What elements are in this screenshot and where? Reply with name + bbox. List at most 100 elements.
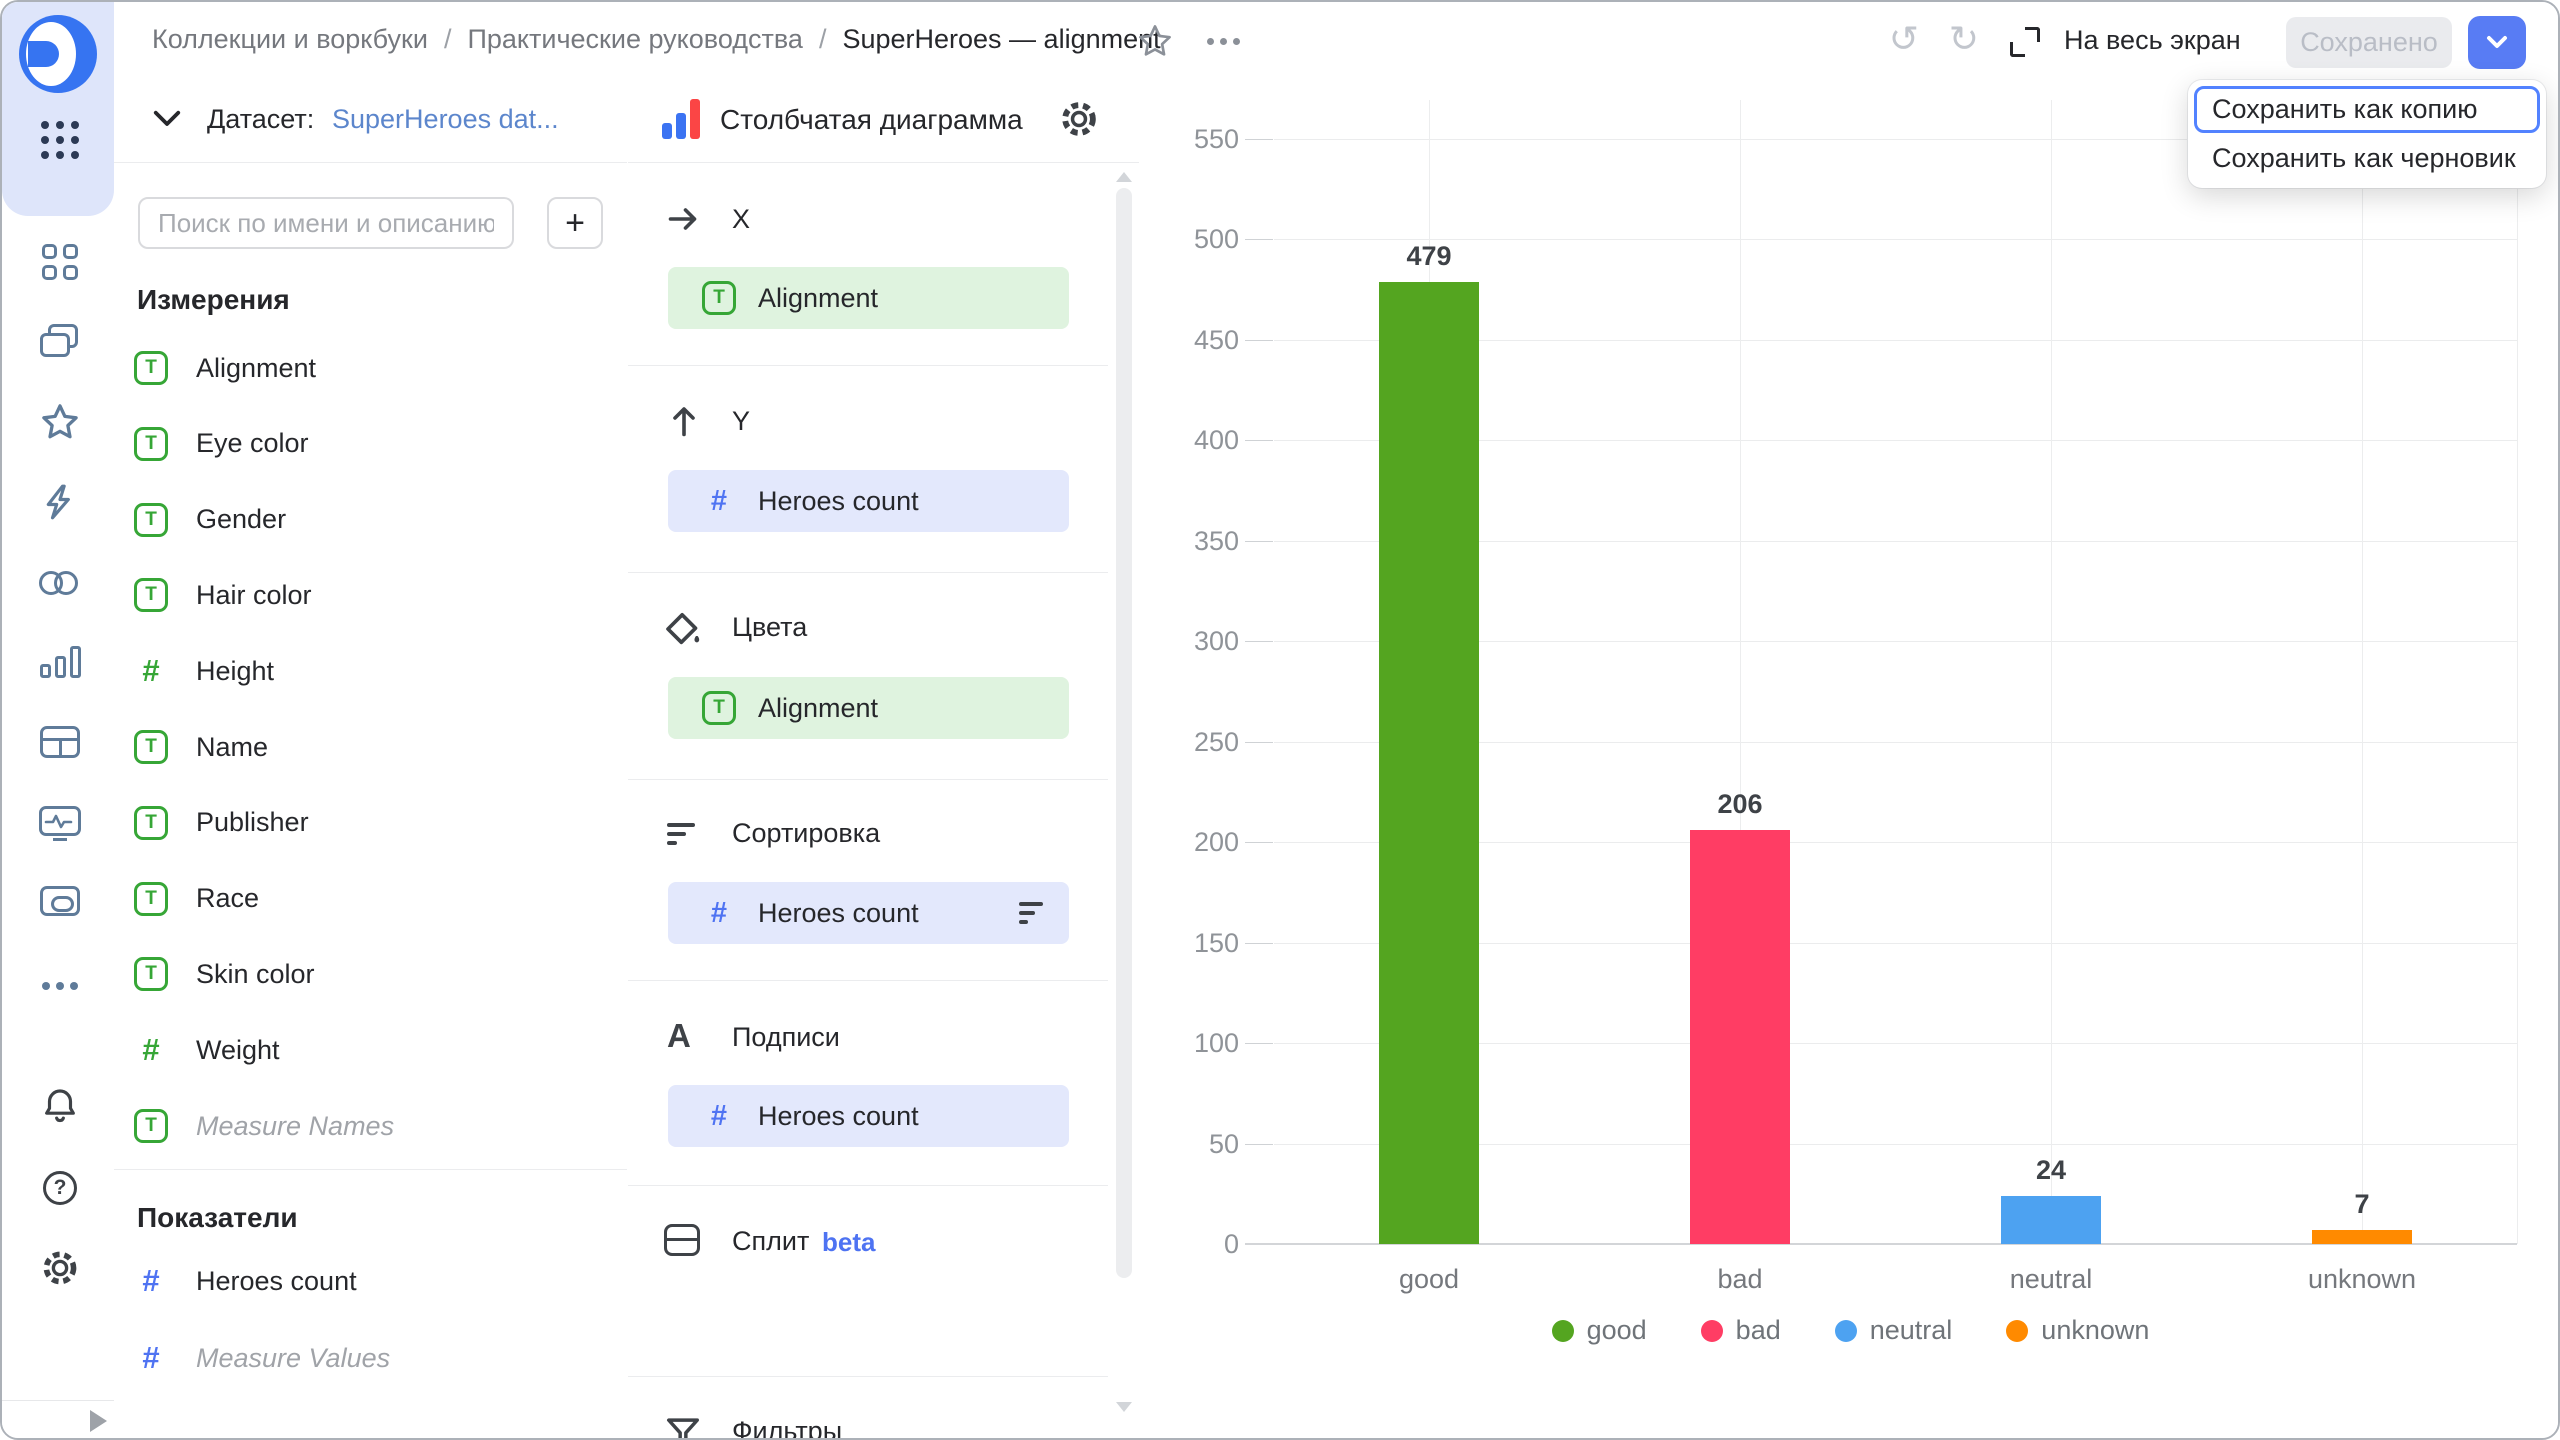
bar-unknown[interactable]	[2312, 1230, 2412, 1244]
field-item-publisher[interactable]: T Publisher	[134, 804, 309, 842]
legend-item-unknown[interactable]: unknown	[2006, 1315, 2149, 1346]
legend-item-good[interactable]: good	[1552, 1315, 1647, 1346]
text-field-icon: T	[702, 691, 736, 725]
apps-menu-icon[interactable]	[38, 118, 82, 162]
chart-legend: good bad neutral unknown	[1139, 1315, 2560, 1346]
y-tick	[1245, 943, 1273, 944]
legend-item-neutral[interactable]: neutral	[1835, 1315, 1953, 1346]
chart-type-label[interactable]: Столбчатая диаграмма	[720, 104, 1023, 136]
expand-panel-arrow-icon[interactable]	[90, 1410, 107, 1432]
y-axis-label: 150	[1139, 927, 1239, 959]
breadcrumb-guides[interactable]: Практические руководства	[467, 24, 802, 55]
y-tick	[1245, 742, 1273, 743]
sort-field-chip[interactable]: # Heroes count	[668, 882, 1069, 944]
sidebar-item-favorites[interactable]	[38, 400, 82, 444]
bar-chart-icon	[40, 646, 81, 678]
sidebar-item-collections[interactable]	[38, 320, 82, 364]
menu-item-save-copy[interactable]: Сохранить как копию	[2194, 86, 2540, 133]
field-label: Skin color	[196, 959, 315, 990]
field-label: Gender	[196, 504, 286, 535]
text-field-icon: T	[134, 503, 168, 537]
field-item-alignment[interactable]: TAlignment	[134, 349, 316, 387]
split-section-title: Сплит	[732, 1226, 809, 1257]
labels-section-icon: A	[667, 1018, 691, 1054]
field-label: Measure Values	[196, 1343, 390, 1374]
y-axis-label: 400	[1139, 424, 1239, 456]
chevron-down-icon	[2483, 33, 2511, 53]
sidebar-item-tables[interactable]	[38, 720, 82, 764]
undo-button[interactable]: ↺	[1882, 20, 1926, 60]
field-item-eye-color[interactable]: TEye color	[134, 425, 309, 463]
chart-type-icon[interactable]	[662, 97, 700, 139]
more-actions-button[interactable]	[1200, 28, 1246, 54]
scroll-up-arrow[interactable]	[1116, 172, 1132, 182]
text-field-icon: T	[134, 806, 168, 840]
help-button[interactable]: ?	[38, 1166, 82, 1210]
scroll-down-arrow[interactable]	[1116, 1402, 1132, 1412]
bar-neutral[interactable]	[2001, 1196, 2101, 1244]
beta-badge: beta	[822, 1227, 875, 1258]
fullscreen-button[interactable]	[2008, 25, 2042, 59]
two-circles-icon	[39, 571, 81, 597]
monitor-icon	[39, 806, 81, 836]
field-label: Publisher	[196, 807, 309, 838]
dataset-name-link[interactable]: SuperHeroes dat...	[332, 104, 559, 135]
field-item-gender[interactable]: T Gender	[134, 501, 286, 539]
sidebar-item-dashboards[interactable]	[38, 799, 82, 843]
gridline-v-neutral	[2051, 100, 2052, 1244]
breadcrumb-collections[interactable]: Коллекции и воркбуки	[152, 24, 428, 55]
sidebar-item-more[interactable]	[38, 964, 82, 1008]
sort-direction-icon[interactable]	[1019, 902, 1043, 924]
legend-item-bad[interactable]: bad	[1701, 1315, 1781, 1346]
chip-label: Heroes count	[758, 898, 919, 929]
field-item-heroes-count[interactable]: #Heroes count	[134, 1262, 357, 1300]
chart-canvas: goodbadneutralunknown 050100150200250300…	[1139, 77, 2560, 1440]
sidebar-item-workbooks[interactable]	[38, 240, 82, 284]
scrollbar-thumb[interactable]	[1116, 188, 1132, 1278]
field-item-measure-names[interactable]: TMeasure Names	[134, 1107, 394, 1145]
settings-button[interactable]	[38, 1246, 82, 1290]
notifications-button[interactable]	[38, 1084, 82, 1128]
bar-bad[interactable]	[1690, 830, 1790, 1244]
colors-field-chip[interactable]: T Alignment	[668, 677, 1069, 739]
y-field-chip[interactable]: # Heroes count	[668, 470, 1069, 532]
sidebar-item-charts[interactable]	[38, 640, 82, 684]
gear-icon	[1057, 97, 1101, 141]
legend-label: bad	[1736, 1315, 1781, 1346]
y-tick	[1245, 1043, 1273, 1044]
field-item-race[interactable]: TRace	[134, 880, 259, 918]
legend-dot	[1552, 1320, 1574, 1342]
favorite-star-button[interactable]	[1134, 20, 1176, 62]
sidebar-item-storage[interactable]	[38, 879, 82, 923]
y-axis-icon	[665, 402, 703, 440]
fullscreen-label[interactable]: На весь экран	[2064, 25, 2241, 56]
datalens-logo[interactable]	[19, 15, 97, 93]
bar-value-label-good: 479	[1329, 240, 1529, 272]
y-tick	[1245, 641, 1273, 642]
sidebar-item-datasets[interactable]	[38, 562, 82, 606]
search-input[interactable]	[138, 197, 514, 249]
paint-bucket-icon	[663, 609, 703, 649]
field-item-height[interactable]: #Height	[134, 652, 274, 690]
menu-item-save-draft[interactable]: Сохранить как черновик	[2194, 135, 2540, 182]
y-tick	[1245, 541, 1273, 542]
save-options-button[interactable]	[2468, 16, 2526, 69]
field-item-hair-color[interactable]: THair color	[134, 576, 312, 614]
y-tick	[1245, 842, 1273, 843]
star-icon	[39, 401, 81, 443]
chart-settings-button[interactable]	[1056, 96, 1102, 142]
redo-button[interactable]: ↻	[1942, 20, 1986, 60]
dataset-collapse-button[interactable]	[148, 100, 186, 138]
star-icon	[1136, 22, 1174, 60]
field-label: Measure Names	[196, 1111, 394, 1142]
add-field-button[interactable]: +	[547, 197, 603, 249]
saved-button[interactable]: Сохранено	[2286, 17, 2452, 68]
labels-field-chip[interactable]: # Heroes count	[668, 1085, 1069, 1147]
bar-good[interactable]	[1379, 282, 1479, 1244]
sidebar-item-connections[interactable]	[38, 480, 82, 524]
field-item-measure-values[interactable]: #Measure Values	[134, 1339, 390, 1377]
field-item-name[interactable]: TName	[134, 728, 268, 766]
x-field-chip[interactable]: T Alignment	[668, 267, 1069, 329]
field-item-weight[interactable]: #Weight	[134, 1031, 280, 1069]
field-item-skin-color[interactable]: TSkin color	[134, 955, 315, 993]
